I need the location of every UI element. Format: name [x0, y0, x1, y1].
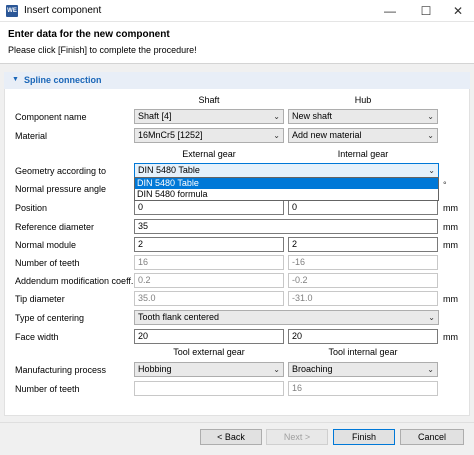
- label-tool-teeth: Number of teeth: [15, 384, 80, 394]
- centering-select[interactable]: Tooth flank centered ⌄: [134, 310, 439, 325]
- unit-normal-module: mm: [443, 240, 458, 250]
- chevron-down-icon: ⌄: [273, 365, 280, 374]
- page-title: Enter data for the new component: [8, 29, 170, 40]
- close-icon[interactable]: ✕: [442, 0, 474, 22]
- label-material: Material: [15, 131, 48, 141]
- section-header-spline[interactable]: ▼ Spline connection: [4, 72, 470, 89]
- tip-int-input: -31.0: [288, 291, 438, 306]
- unit-position: mm: [443, 203, 458, 213]
- app-icon: WE: [6, 5, 18, 17]
- label-reference-diameter: Reference diameter: [15, 222, 95, 232]
- column-header-internal-gear: Internal gear: [337, 149, 389, 159]
- label-pressure-angle: Normal pressure angle: [15, 184, 107, 194]
- label-manufacturing: Manufacturing process: [15, 365, 107, 375]
- chevron-down-icon: ⌄: [273, 131, 280, 140]
- geometry-value: DIN 5480 Table: [138, 165, 200, 175]
- section-title[interactable]: Spline connection: [24, 75, 102, 85]
- reference-diameter-input[interactable]: 35: [134, 219, 438, 234]
- shaft-name-value: Shaft [4]: [138, 111, 172, 121]
- addendum-int-input: -0.2: [288, 273, 438, 288]
- label-geometry: Geometry according to: [15, 166, 107, 176]
- tool-teeth-int-input: 16: [288, 381, 438, 396]
- tool-teeth-ext-input: [134, 381, 284, 396]
- chevron-down-icon: ⌄: [428, 313, 435, 322]
- chevron-down-icon: ⌄: [428, 166, 435, 175]
- dialog-footer: < Back Next > Finish Cancel: [0, 422, 474, 455]
- title-bar: WE Insert component — ☐ ✕: [0, 0, 474, 22]
- label-type-centering: Type of centering: [15, 313, 85, 323]
- position-ext-input[interactable]: 0: [134, 200, 284, 215]
- column-header-shaft: Shaft: [198, 95, 220, 105]
- process-ext-select[interactable]: Hobbing ⌄: [134, 362, 284, 377]
- window-title: Insert component: [24, 5, 102, 16]
- page-subtitle: Please click [Finish] to complete the pr…: [8, 45, 197, 55]
- shaft-material-select[interactable]: 16MnCr5 [1252] ⌄: [134, 128, 284, 143]
- column-header-hub: Hub: [354, 95, 372, 105]
- column-header-tool-internal: Tool internal gear: [328, 347, 398, 357]
- finish-button[interactable]: Finish: [333, 429, 395, 445]
- dropdown-option-din5480-formula[interactable]: DIN 5480 formula: [135, 189, 438, 200]
- label-tip-diameter: Tip diameter: [15, 294, 65, 304]
- shaft-material-value: 16MnCr5 [1252]: [138, 130, 203, 140]
- label-normal-module: Normal module: [15, 240, 77, 250]
- maximize-icon[interactable]: ☐: [410, 0, 442, 22]
- column-header-tool-external: Tool external gear: [173, 347, 245, 357]
- unit-tip-diameter: mm: [443, 294, 458, 304]
- teeth-ext-input: 16: [134, 255, 284, 270]
- process-ext-value: Hobbing: [138, 364, 172, 374]
- addendum-ext-input: 0.2: [134, 273, 284, 288]
- dialog-header: Enter data for the new component Please …: [0, 22, 474, 64]
- hub-name-select[interactable]: New shaft ⌄: [288, 109, 438, 124]
- face-ext-input[interactable]: 20: [134, 329, 284, 344]
- unit-pressure-angle: °: [443, 180, 447, 190]
- process-int-select[interactable]: Broaching ⌄: [288, 362, 438, 377]
- hub-material-select[interactable]: Add new material ⌄: [288, 128, 438, 143]
- minimize-icon[interactable]: —: [374, 0, 406, 22]
- module-ext-input[interactable]: 2: [134, 237, 284, 252]
- next-button: Next >: [266, 429, 328, 445]
- chevron-down-icon: ⌄: [273, 112, 280, 121]
- dropdown-option-din5480-table[interactable]: DIN 5480 Table: [135, 178, 438, 189]
- chevron-down-icon: ⌄: [427, 131, 434, 140]
- position-int-input[interactable]: 0: [288, 200, 438, 215]
- cancel-button[interactable]: Cancel: [400, 429, 464, 445]
- label-component-name: Component name: [15, 112, 87, 122]
- label-position: Position: [15, 203, 48, 213]
- unit-face-width: mm: [443, 332, 458, 342]
- collapse-arrow-icon[interactable]: ▼: [12, 76, 19, 83]
- module-int-input[interactable]: 2: [288, 237, 438, 252]
- back-button[interactable]: < Back: [200, 429, 262, 445]
- teeth-int-input: -16: [288, 255, 438, 270]
- tip-ext-input: 35.0: [134, 291, 284, 306]
- face-int-input[interactable]: 20: [288, 329, 438, 344]
- shaft-name-select[interactable]: Shaft [4] ⌄: [134, 109, 284, 124]
- label-face-width: Face width: [15, 332, 59, 342]
- hub-name-value: New shaft: [292, 111, 333, 121]
- hub-material-value: Add new material: [292, 130, 362, 140]
- label-number-of-teeth: Number of teeth: [15, 258, 80, 268]
- chevron-down-icon: ⌄: [427, 365, 434, 374]
- label-addendum: Addendum modification coeff.: [15, 276, 134, 286]
- unit-reference-diameter: mm: [443, 222, 458, 232]
- geometry-select[interactable]: DIN 5480 Table ⌄: [134, 163, 439, 178]
- process-int-value: Broaching: [292, 364, 333, 374]
- centering-value: Tooth flank centered: [138, 312, 220, 322]
- chevron-down-icon: ⌄: [427, 112, 434, 121]
- column-header-external-gear: External gear: [182, 149, 236, 159]
- geometry-dropdown-list: DIN 5480 Table DIN 5480 formula: [134, 177, 439, 201]
